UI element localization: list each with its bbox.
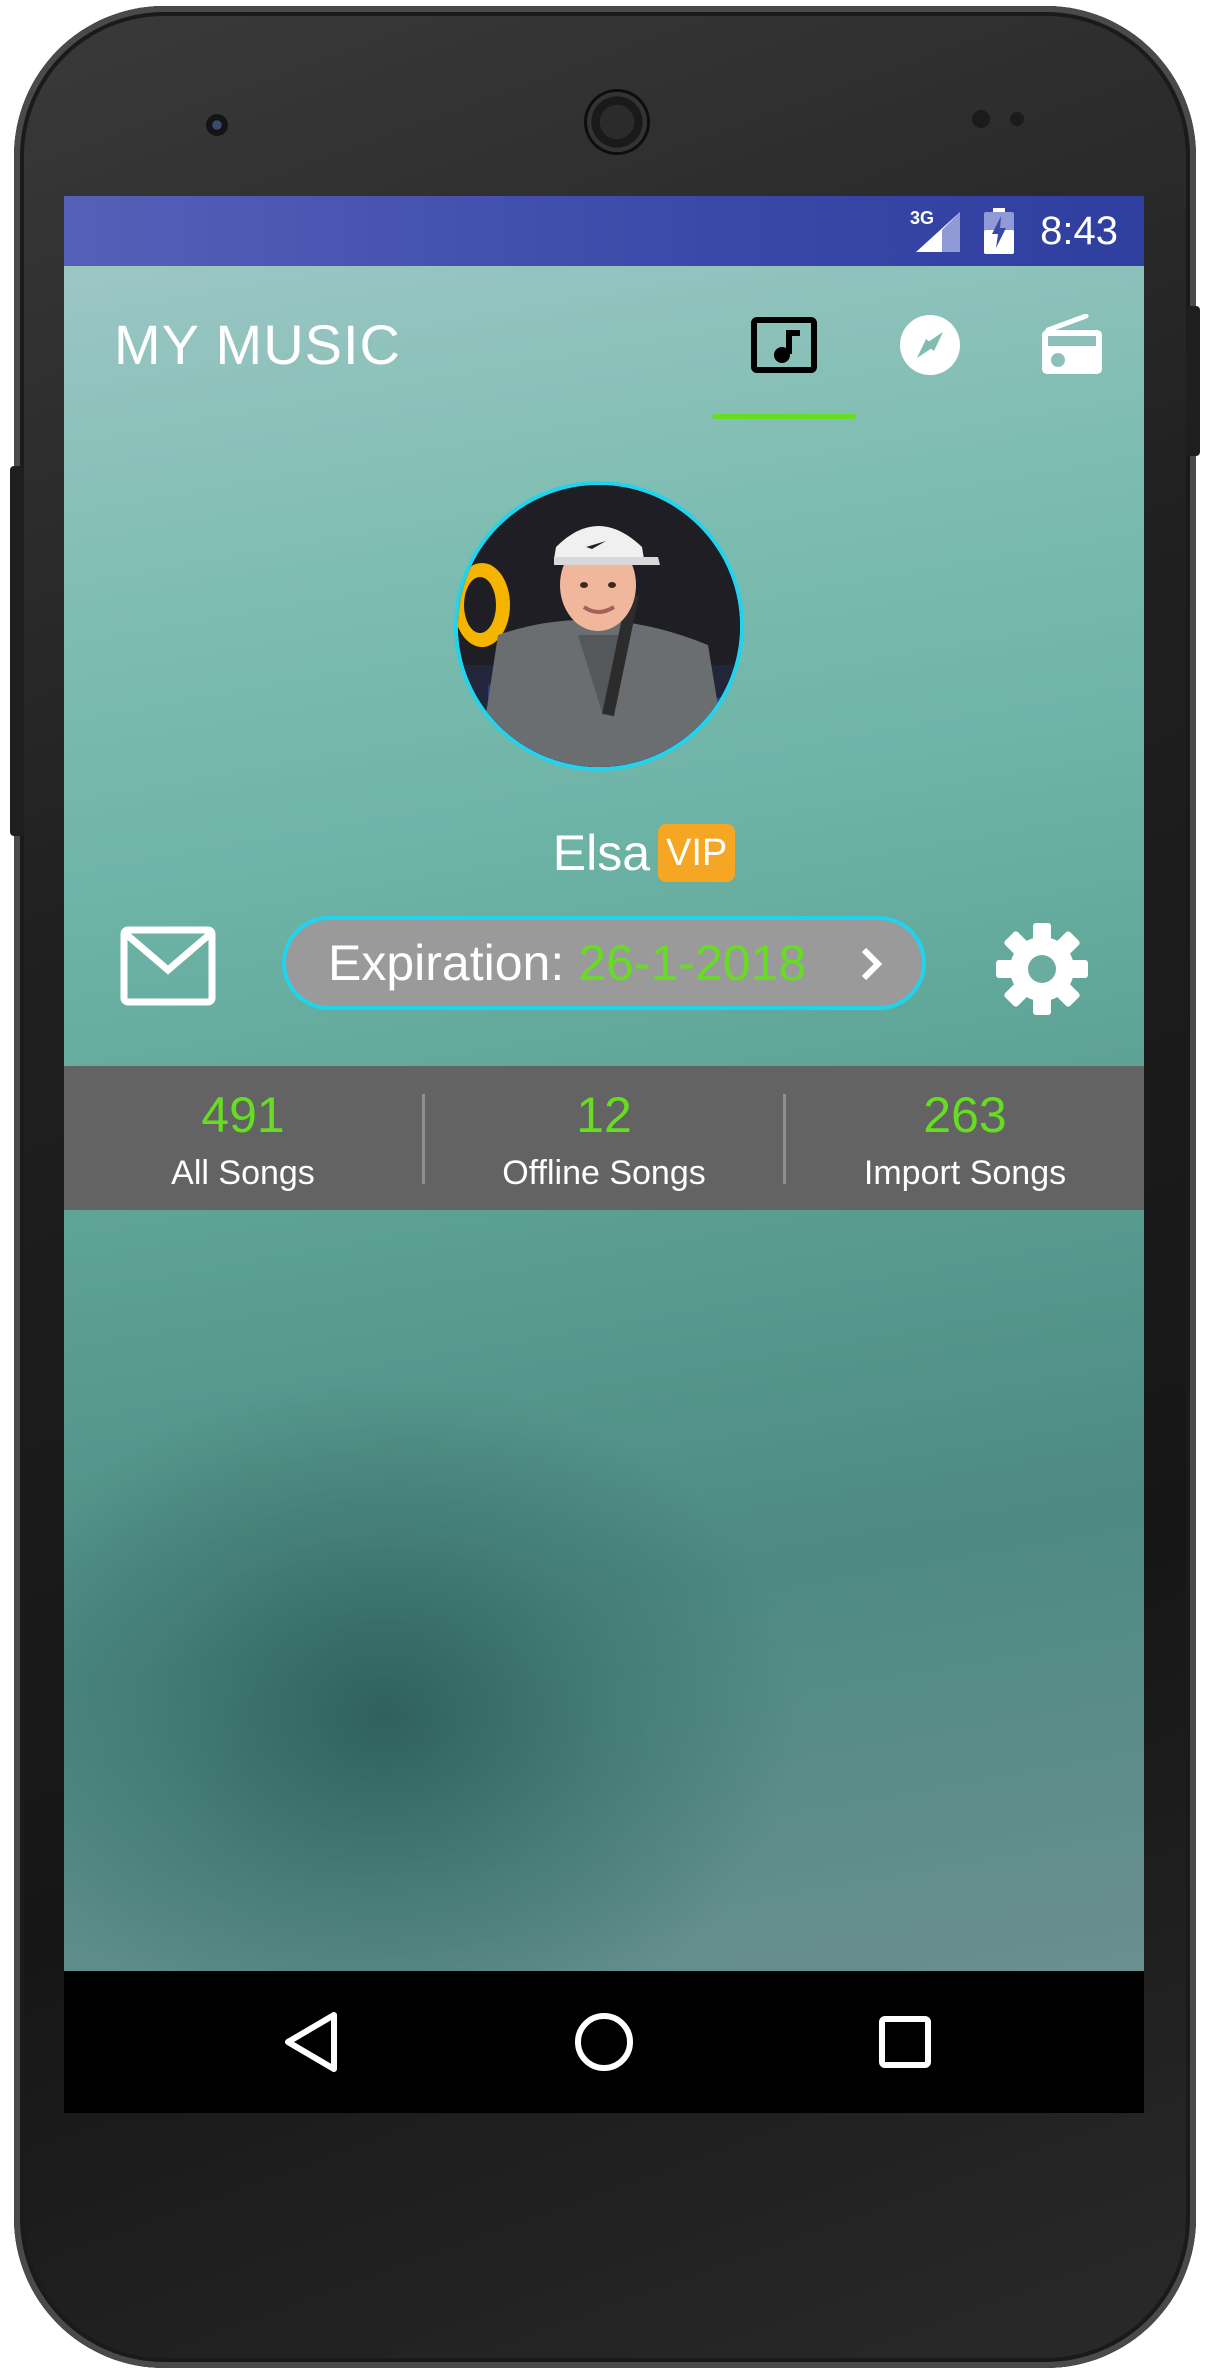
- phone-screen: 3G 8:43 MY MUSIC Elsa VIP Expiration: 26…: [64, 196, 1144, 2113]
- stat-offline-songs[interactable]: 12 Offline Songs: [425, 1066, 783, 1210]
- stat-label: Offline Songs: [502, 1154, 706, 1192]
- earpiece-speaker: [587, 92, 647, 152]
- expiration-date: 26-1-2018: [578, 935, 807, 991]
- expiration-button[interactable]: Expiration: 26-1-2018: [282, 916, 926, 1010]
- recents-icon[interactable]: [870, 2007, 940, 2077]
- chevron-right-icon: [861, 947, 882, 981]
- volume-button: [10, 466, 24, 836]
- stat-all-songs[interactable]: 491 All Songs: [64, 1066, 422, 1210]
- stat-label: Import Songs: [863, 1154, 1067, 1192]
- app-title: MY MUSIC: [114, 313, 401, 376]
- song-stats-bar: 491 All Songs 12 Offline Songs 263 Impor…: [64, 1066, 1144, 1210]
- mail-icon[interactable]: [120, 926, 216, 1006]
- tab-radio[interactable]: [1032, 310, 1112, 380]
- battery-icon: [984, 208, 1014, 254]
- stat-value: 12: [576, 1087, 632, 1143]
- status-bar: 3G 8:43: [64, 196, 1144, 266]
- tab-my-music[interactable]: [744, 310, 824, 380]
- expiration-label: Expiration:: [328, 935, 565, 991]
- tab-discover[interactable]: [890, 310, 970, 380]
- light-sensor: [1010, 112, 1024, 126]
- signal-icon: [916, 212, 960, 252]
- vip-badge: VIP: [658, 824, 736, 882]
- front-camera: [206, 114, 228, 136]
- stat-value: 263: [923, 1087, 1007, 1143]
- radio-icon: [1042, 314, 1102, 374]
- avatar[interactable]: [454, 481, 744, 771]
- username-row: Elsa VIP: [104, 824, 1144, 882]
- power-button: [1186, 306, 1200, 456]
- music-note-icon: [751, 317, 817, 373]
- active-tab-indicator: [712, 414, 856, 419]
- proximity-sensor: [972, 110, 990, 128]
- navigation-bar: [64, 1971, 1144, 2113]
- clock: 8:43: [1040, 209, 1118, 253]
- stat-label: All Songs: [171, 1154, 315, 1192]
- stat-value: 491: [201, 1087, 285, 1143]
- user-avatar-photo: [458, 485, 740, 767]
- gear-icon[interactable]: [994, 921, 1090, 1017]
- username: Elsa: [552, 825, 650, 881]
- home-icon[interactable]: [569, 2007, 639, 2077]
- stat-import-songs[interactable]: 263 Import Songs: [786, 1066, 1144, 1210]
- music-app: MY MUSIC Elsa VIP Expiration: 26-1-2018 …: [64, 266, 1144, 1971]
- compass-icon: [900, 315, 960, 375]
- back-icon[interactable]: [276, 2007, 346, 2077]
